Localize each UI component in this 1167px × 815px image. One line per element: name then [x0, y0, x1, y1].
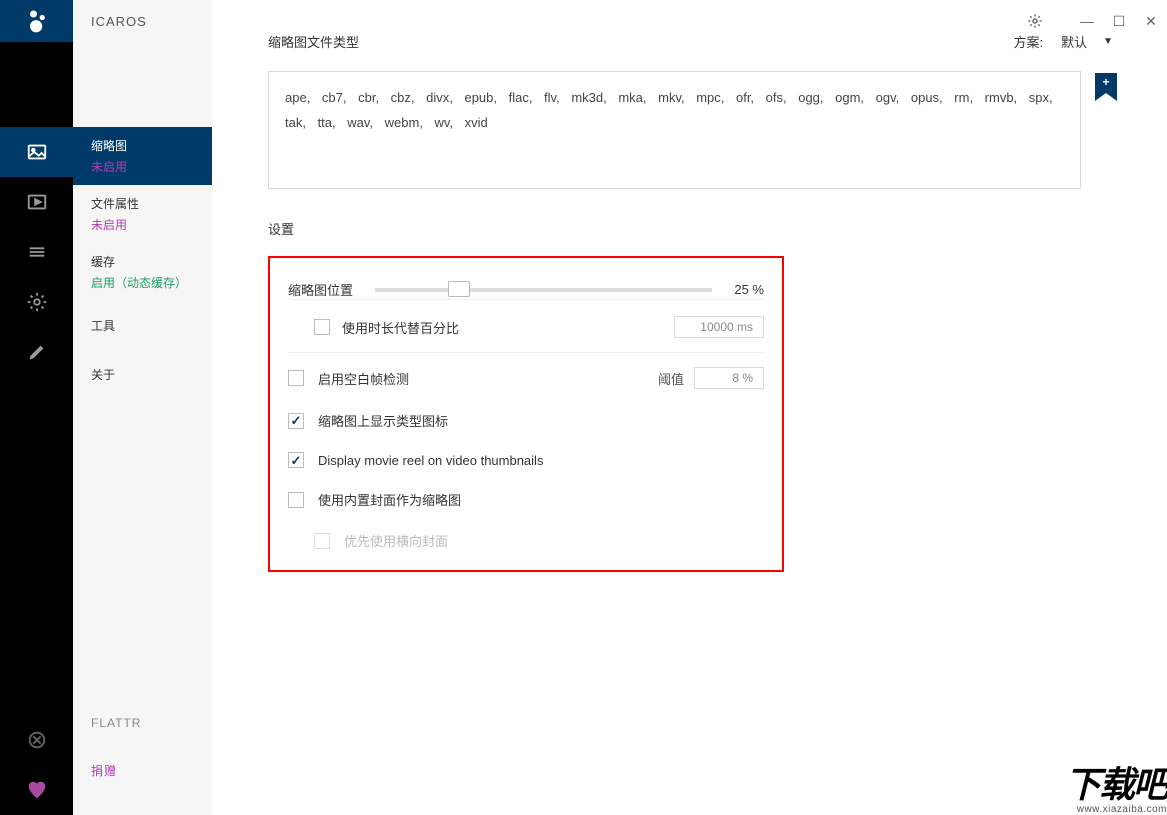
- sidebar-item-label: 工具: [91, 317, 194, 334]
- rail-tools[interactable]: [0, 277, 73, 327]
- watermark-url: www.xiazaiba.com: [1065, 804, 1167, 815]
- watermark-text: 下载吧: [1065, 756, 1167, 808]
- landscape-checkbox: [314, 533, 330, 549]
- rail-cache[interactable]: [0, 227, 73, 277]
- rail-thumbnails[interactable]: [0, 127, 73, 177]
- position-slider[interactable]: [375, 288, 712, 292]
- landscape-label: 优先使用横向封面: [344, 531, 448, 550]
- gear-icon: [26, 291, 48, 313]
- overlay-checkbox[interactable]: [288, 413, 304, 429]
- sidebar-item-label: FLATTR: [91, 716, 194, 730]
- app-title: ICAROS: [73, 0, 212, 42]
- heart-icon: [26, 779, 48, 801]
- slider-label: 缩略图位置: [288, 280, 353, 299]
- sidebar-item-about[interactable]: 关于: [73, 350, 212, 399]
- image-icon: [26, 141, 48, 163]
- sidebar-item-thumbnails[interactable]: 缩略图 未启用: [73, 127, 212, 185]
- filetypes-textarea[interactable]: ape, cb7, cbr, cbz, divx, epub, flac, fl…: [268, 71, 1081, 189]
- sidebar-donate[interactable]: 捐赠: [73, 746, 212, 795]
- threshold-value[interactable]: 8 %: [694, 367, 764, 389]
- gear-icon: [1027, 13, 1043, 29]
- minimize-button[interactable]: —: [1071, 0, 1103, 42]
- main-content: 缩略图文件类型 方案: 默认 ▼ ape, cb7, cbr, cbz, div…: [212, 0, 1167, 815]
- maximize-button[interactable]: ☐: [1103, 0, 1135, 42]
- sidebar: ICAROS 缩略图 未启用 文件属性 未启用 缓存 启用（动态缓存） 工具 关…: [73, 0, 212, 815]
- sidebar-item-label: 缓存: [91, 253, 194, 270]
- icon-rail: [0, 0, 73, 815]
- filetypes-title: 缩略图文件类型: [268, 32, 359, 51]
- reel-checkbox[interactable]: [288, 452, 304, 468]
- settings-title: 设置: [268, 219, 1117, 238]
- rail-donate[interactable]: [0, 765, 73, 815]
- bookmark-icon: +: [1095, 73, 1117, 103]
- rail-flattr[interactable]: [0, 715, 73, 765]
- rail-about[interactable]: [0, 327, 73, 377]
- rail-properties[interactable]: [0, 177, 73, 227]
- sidebar-item-status: 未启用: [91, 218, 127, 232]
- cover-label: 使用内置封面作为缩略图: [318, 490, 461, 509]
- settings-button[interactable]: [1019, 0, 1051, 42]
- duration-label: 使用时长代替百分比: [342, 318, 459, 337]
- pen-icon: [26, 341, 48, 363]
- sidebar-item-label: 关于: [91, 366, 194, 383]
- overlay-label: 缩略图上显示类型图标: [318, 411, 448, 430]
- play-icon: [26, 191, 48, 213]
- cover-checkbox[interactable]: [288, 492, 304, 508]
- duration-checkbox[interactable]: [314, 319, 330, 335]
- flattr-icon: [26, 729, 48, 751]
- sidebar-item-status: 未启用: [91, 160, 127, 174]
- logo-icon: [23, 7, 51, 35]
- blank-detect-checkbox[interactable]: [288, 370, 304, 386]
- app-logo: [0, 0, 73, 42]
- titlebar-controls: — ☐ ✕: [1019, 0, 1167, 42]
- preset-bookmark-button[interactable]: +: [1095, 73, 1117, 108]
- sidebar-flattr[interactable]: FLATTR: [73, 700, 212, 746]
- reel-label: Display movie reel on video thumbnails: [318, 453, 543, 468]
- svg-text:+: +: [1102, 75, 1109, 89]
- sidebar-item-label: 缩略图: [91, 137, 194, 154]
- sidebar-item-tools[interactable]: 工具: [73, 301, 212, 350]
- sidebar-item-properties[interactable]: 文件属性 未启用: [73, 185, 212, 243]
- settings-panel: 缩略图位置 25 % 使用时长代替百分比 10000 ms 启用空白帧检测 阈值…: [268, 256, 784, 572]
- sidebar-item-label: 文件属性: [91, 195, 194, 212]
- close-button[interactable]: ✕: [1135, 0, 1167, 42]
- stack-icon: [26, 241, 48, 263]
- threshold-label: 阈值: [658, 369, 684, 388]
- watermark: 下载吧 www.xiazaiba.com: [1065, 756, 1167, 815]
- duration-value[interactable]: 10000 ms: [674, 316, 764, 338]
- sidebar-item-status: 启用（动态缓存）: [91, 276, 187, 290]
- sidebar-item-cache[interactable]: 缓存 启用（动态缓存）: [73, 243, 212, 301]
- slider-value: 25 %: [734, 282, 764, 297]
- blank-detect-label: 启用空白帧检测: [318, 369, 409, 388]
- slider-thumb[interactable]: [448, 281, 470, 297]
- sidebar-item-label: 捐赠: [91, 762, 194, 779]
